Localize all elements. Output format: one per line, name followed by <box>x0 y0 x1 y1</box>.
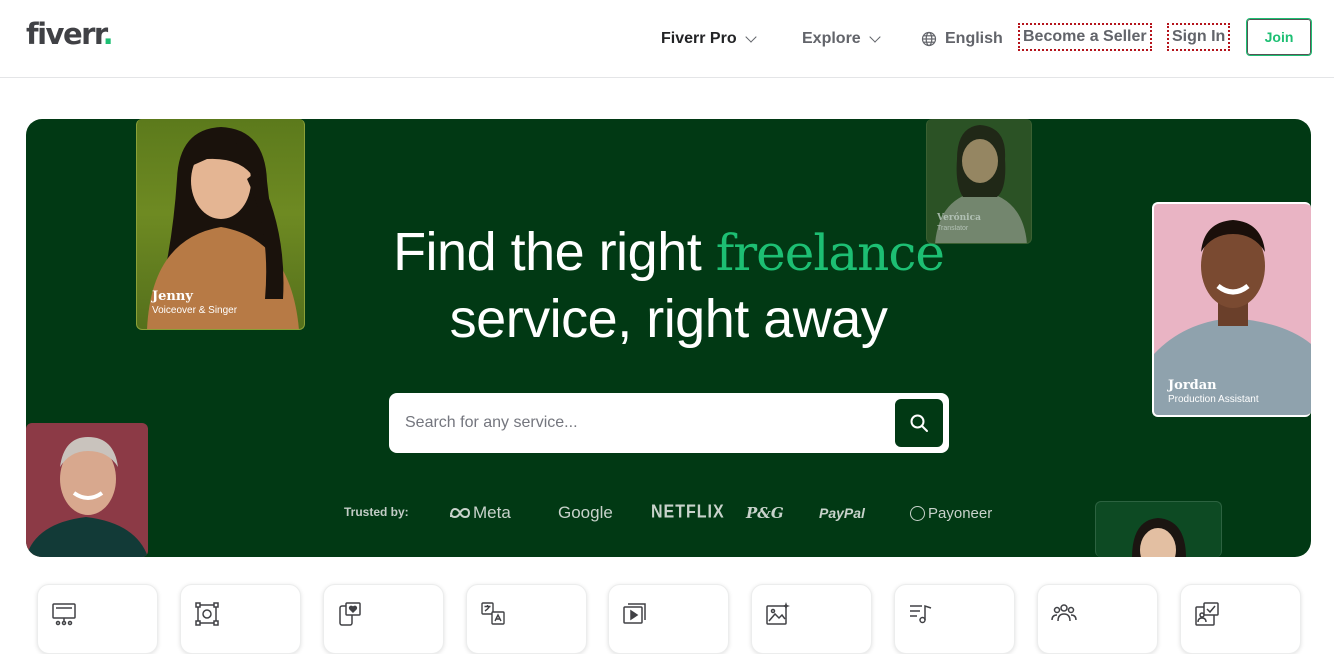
brand-netflix: NETFLIX <box>651 502 725 523</box>
category-card-consulting[interactable] <box>1180 584 1301 654</box>
search-bar <box>389 393 949 453</box>
fiverr-logo[interactable]: fiverr. <box>26 17 114 51</box>
trusted-by-label: Trusted by: <box>344 505 409 519</box>
brand-paypal: PayPal <box>819 505 865 521</box>
seller-name: Jordan <box>1168 378 1217 393</box>
chevron-down-icon <box>744 30 757 43</box>
phone-heart-icon <box>339 602 361 626</box>
image-sparkle-icon <box>766 602 790 625</box>
brand-payoneer: Payoneer <box>910 502 992 524</box>
brand-google: Google <box>558 503 613 522</box>
nav-explore-label: Explore <box>802 30 861 47</box>
search-button[interactable] <box>895 399 943 447</box>
nav-fiverr-pro-label: Fiverr Pro <box>661 30 737 47</box>
music-list-icon <box>910 604 932 624</box>
search-input[interactable] <box>405 403 885 443</box>
nav-language[interactable]: English <box>921 0 1003 78</box>
top-header: fiverr. Fiverr Pro Explore English Becom… <box>0 0 1334 78</box>
category-card-translation[interactable] <box>466 584 587 654</box>
meta-logo-icon <box>450 507 471 519</box>
nav-language-label: English <box>945 30 1003 47</box>
category-card-music[interactable] <box>894 584 1015 654</box>
headline-accent: freelance <box>715 224 945 282</box>
join-button[interactable]: Join <box>1246 18 1312 56</box>
seller-portrait <box>26 437 148 557</box>
sign-in-link[interactable]: Sign In <box>1166 23 1231 51</box>
hero-banner: Jenny Voiceover & Singer Verónica Transl… <box>26 119 1311 557</box>
translate-icon <box>481 602 505 625</box>
monitor-code-icon <box>52 603 76 626</box>
chevron-down-icon <box>869 30 881 43</box>
category-card-programming[interactable] <box>37 584 158 654</box>
nav-explore[interactable]: Explore <box>802 0 881 78</box>
video-play-icon <box>623 603 646 624</box>
nav-fiverr-pro[interactable]: Fiverr Pro <box>661 0 757 78</box>
seller-card-bottom <box>1095 501 1222 557</box>
become-seller-link[interactable]: Become a Seller <box>1018 23 1152 51</box>
seller-card-left <box>26 423 148 557</box>
people-icon <box>1051 604 1077 622</box>
category-card-design[interactable] <box>180 584 301 654</box>
payoneer-ring-icon <box>910 505 925 521</box>
seller-role: Production Assistant <box>1168 394 1259 405</box>
brand-meta: Meta <box>449 502 511 524</box>
category-card-marketing[interactable] <box>323 584 444 654</box>
category-card-video[interactable] <box>608 584 729 654</box>
design-frame-icon <box>195 602 219 626</box>
category-card-ai[interactable] <box>751 584 872 654</box>
search-icon <box>910 414 928 432</box>
checklist-icon <box>1195 602 1219 626</box>
brand-pg: P&G <box>746 504 784 522</box>
globe-icon <box>921 31 937 47</box>
seller-portrait <box>1132 518 1186 557</box>
category-card-business[interactable] <box>1037 584 1158 654</box>
hero-headline: Find the right freelance service, right … <box>393 222 945 349</box>
